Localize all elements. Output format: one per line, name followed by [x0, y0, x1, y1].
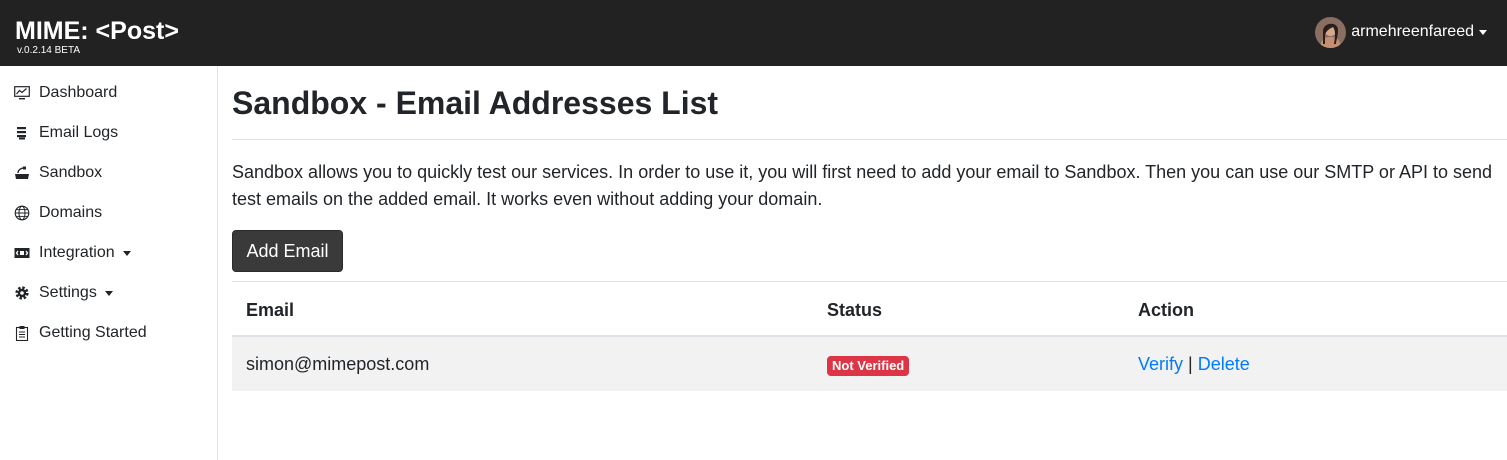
- gear-icon: [15, 286, 29, 300]
- version-label: v.0.2.14 BETA: [17, 45, 80, 56]
- user-name: armehreenfareed: [1351, 23, 1474, 40]
- clipboard-icon: [15, 326, 29, 341]
- main-content: Sandbox - Email Addresses List Sandbox a…: [232, 66, 1507, 460]
- sidebar-item-label: Domains: [39, 204, 103, 221]
- list-log-icon: [17, 127, 26, 140]
- sandbox-tray-icon: [15, 166, 29, 179]
- brand-logo-text[interactable]: MIME: <Post>: [15, 17, 179, 45]
- sidebar-item-label: Email Logs: [39, 124, 119, 141]
- sidebar-item-email-logs[interactable]: Email Logs: [14, 120, 118, 146]
- sidebar: Dashboard Email Logs Sandbox Domains Int…: [0, 66, 218, 460]
- sidebar-item-label: Settings: [39, 284, 97, 301]
- sidebar-item-getting-started[interactable]: Getting Started: [14, 320, 147, 346]
- action-separator: |: [1188, 354, 1193, 374]
- row-actions: Verify | Delete: [1138, 354, 1250, 374]
- add-email-button[interactable]: Add Email: [232, 230, 343, 272]
- page-title: Sandbox - Email Addresses List: [232, 85, 719, 121]
- user-avatar: [1315, 16, 1347, 48]
- table-row: simon@mimepost.com Not Verified Verify | D…: [232, 337, 1507, 391]
- delete-link[interactable]: Delete: [1198, 354, 1250, 374]
- chevron-down-icon: [104, 290, 113, 296]
- user-menu-toggle[interactable]: armehreenfareed: [1315, 16, 1487, 48]
- verify-link[interactable]: Verify: [1138, 354, 1183, 374]
- table-header: Email Status Action: [232, 281, 1507, 337]
- sidebar-item-dashboard[interactable]: Dashboard: [14, 80, 117, 106]
- page-description: Sandbox allows you to quickly test our s…: [232, 162, 1492, 209]
- sidebar-item-label: Integration: [39, 244, 115, 261]
- sidebar-item-integration[interactable]: Integration: [14, 240, 131, 266]
- email-addresses-table: Email Status Action simon@mimepost.com N…: [232, 281, 1507, 391]
- column-header-action: Action: [1138, 300, 1194, 320]
- sidebar-item-label: Sandbox: [39, 164, 103, 181]
- status-badge: Not Verified: [827, 356, 910, 376]
- column-header-status: Status: [827, 300, 883, 320]
- monitor-chart-icon: [14, 86, 30, 100]
- sidebar-item-sandbox[interactable]: Sandbox: [14, 160, 102, 186]
- chevron-down-icon: [1479, 29, 1487, 35]
- globe-icon: [14, 205, 30, 221]
- sidebar-item-label: Dashboard: [39, 84, 118, 101]
- sidebar-item-label: Getting Started: [39, 324, 147, 341]
- sidebar-item-domains[interactable]: Domains: [14, 200, 102, 226]
- title-divider: [232, 139, 1507, 140]
- top-navbar: MIME: <Post> v.0.2.14 BETA armehreenfare…: [0, 0, 1507, 66]
- sidebar-item-settings[interactable]: Settings: [14, 280, 113, 306]
- chevron-down-icon: [122, 250, 131, 256]
- row-email: simon@mimepost.com: [246, 354, 430, 374]
- column-header-email: Email: [246, 300, 295, 320]
- integration-icon: [14, 248, 30, 258]
